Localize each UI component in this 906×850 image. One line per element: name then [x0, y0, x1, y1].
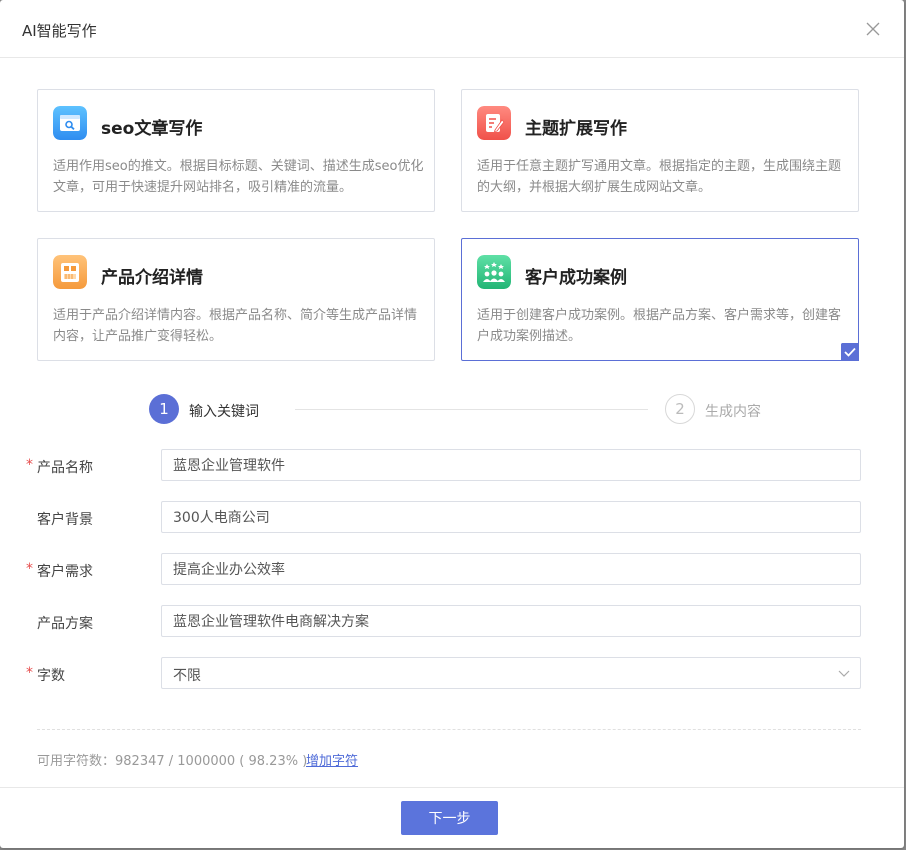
check-icon: [841, 343, 859, 361]
step-2-circle: 2: [665, 394, 695, 424]
card-title: seo文章写作: [101, 119, 203, 139]
customer-background-label: 客户背景: [37, 512, 93, 528]
customer-needs-input[interactable]: [161, 553, 861, 585]
quota-text: 可用字符数：982347 / 1000000 ( 98.23% ): [37, 754, 308, 769]
seo-browser-icon: [53, 106, 87, 140]
step-1-circle: 1: [149, 394, 179, 424]
product-solution-input[interactable]: [161, 605, 861, 637]
step-connector: [295, 409, 648, 410]
card-customer-success[interactable]: 客户成功案例 适用于创建客户成功案例。根据产品方案、客户需求等，创建客户成功案例…: [461, 238, 859, 361]
next-step-button[interactable]: 下一步: [401, 801, 498, 835]
customer-group-icon: [477, 255, 511, 289]
product-solution-label: 产品方案: [37, 616, 93, 632]
required-mark: *: [26, 665, 33, 681]
customer-background-input[interactable]: [161, 501, 861, 533]
product-name-label: 产品名称: [37, 460, 93, 476]
footer-divider: [0, 787, 904, 788]
card-seo-writing[interactable]: seo文章写作 适用作用seo的推文。根据目标标题、关键词、描述生成seo优化文…: [37, 89, 435, 212]
step-2-label: 生成内容: [705, 404, 761, 420]
product-store-icon: [53, 255, 87, 289]
card-product-intro[interactable]: 产品介绍详情 适用于产品介绍详情内容。根据产品名称、简介等生成产品详情内容，让产…: [37, 238, 435, 361]
required-mark: *: [26, 561, 33, 577]
dialog-header: AI智能写作: [0, 0, 904, 58]
word-count-select[interactable]: 不限: [161, 657, 861, 689]
divider: [37, 729, 861, 730]
product-name-input[interactable]: [161, 449, 861, 481]
word-count-value: 不限: [173, 668, 201, 684]
dialog-title: AI智能写作: [22, 22, 97, 40]
chevron-down-icon: [838, 670, 850, 677]
document-pen-icon: [477, 106, 511, 140]
card-description: 适用于任意主题扩写通用文章。根据指定的主题，生成围绕主题的大纲，并根据大纲扩展生…: [477, 159, 842, 195]
step-1-label: 输入关键词: [189, 404, 259, 420]
card-title: 客户成功案例: [525, 268, 627, 288]
card-description: 适用于产品介绍详情内容。根据产品名称、简介等生成产品详情内容，让产品推广变得轻松…: [53, 308, 418, 344]
card-topic-expansion[interactable]: 主题扩展写作 适用于任意主题扩写通用文章。根据指定的主题，生成围绕主题的大纲，并…: [461, 89, 859, 212]
ai-writing-dialog: AI智能写作 seo文章写作 适用作用seo的推文。根据目标标题、关键词、描述生…: [0, 0, 904, 848]
required-mark: *: [26, 457, 33, 473]
customer-needs-label: 客户需求: [37, 564, 93, 580]
card-description: 适用于创建客户成功案例。根据产品方案、客户需求等，创建客户成功案例描述。: [477, 308, 842, 344]
card-title: 产品介绍详情: [101, 268, 203, 288]
close-icon[interactable]: [863, 19, 883, 39]
card-title: 主题扩展写作: [525, 119, 627, 139]
word-count-label: 字数: [37, 668, 65, 684]
add-characters-link[interactable]: 增加字符: [306, 750, 358, 769]
card-description: 适用作用seo的推文。根据目标标题、关键词、描述生成seo优化文章，可用于快速提…: [53, 159, 424, 195]
